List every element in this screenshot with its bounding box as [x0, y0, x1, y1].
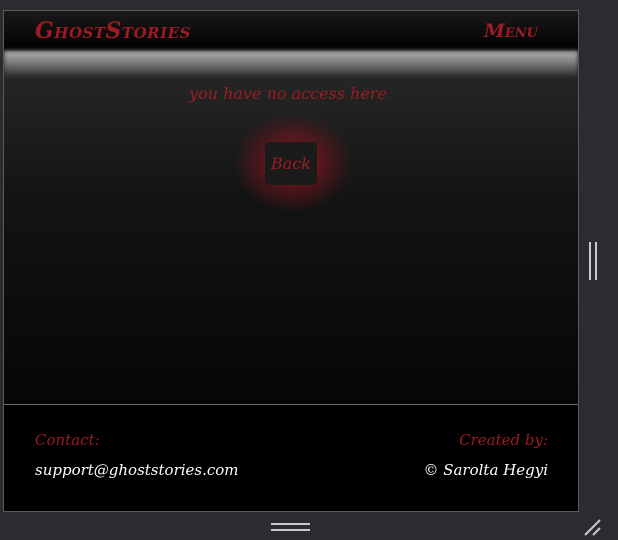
- app-frame: GhostStories Menu you have no access her…: [3, 10, 579, 512]
- access-denied-message: you have no access here: [4, 84, 578, 103]
- footer-contact: Contact: support@ghoststories.com: [35, 431, 239, 479]
- creator-name: © Sarolta Hegyi: [423, 461, 548, 479]
- contact-label: Contact:: [35, 431, 100, 449]
- navbar: GhostStories Menu: [4, 11, 578, 51]
- back-button[interactable]: Back: [265, 142, 317, 185]
- vertical-drag-handle-icon[interactable]: [588, 242, 598, 280]
- access-denied-text: you have no access here: [189, 84, 387, 103]
- menu-button[interactable]: Menu: [484, 20, 538, 42]
- footer-credits: Created by: © Sarolta Hegyi: [423, 431, 548, 479]
- created-by-label: Created by:: [459, 431, 548, 449]
- contact-email-link[interactable]: support@ghoststories.com: [35, 461, 239, 479]
- footer: Contact: support@ghoststories.com Create…: [4, 404, 578, 511]
- horizontal-drag-handle-icon[interactable]: [271, 522, 310, 532]
- main-content: you have no access here Back: [4, 51, 578, 404]
- resize-grip-icon[interactable]: [583, 518, 603, 536]
- header-glow: [4, 51, 578, 77]
- brand-logo[interactable]: GhostStories: [35, 18, 191, 44]
